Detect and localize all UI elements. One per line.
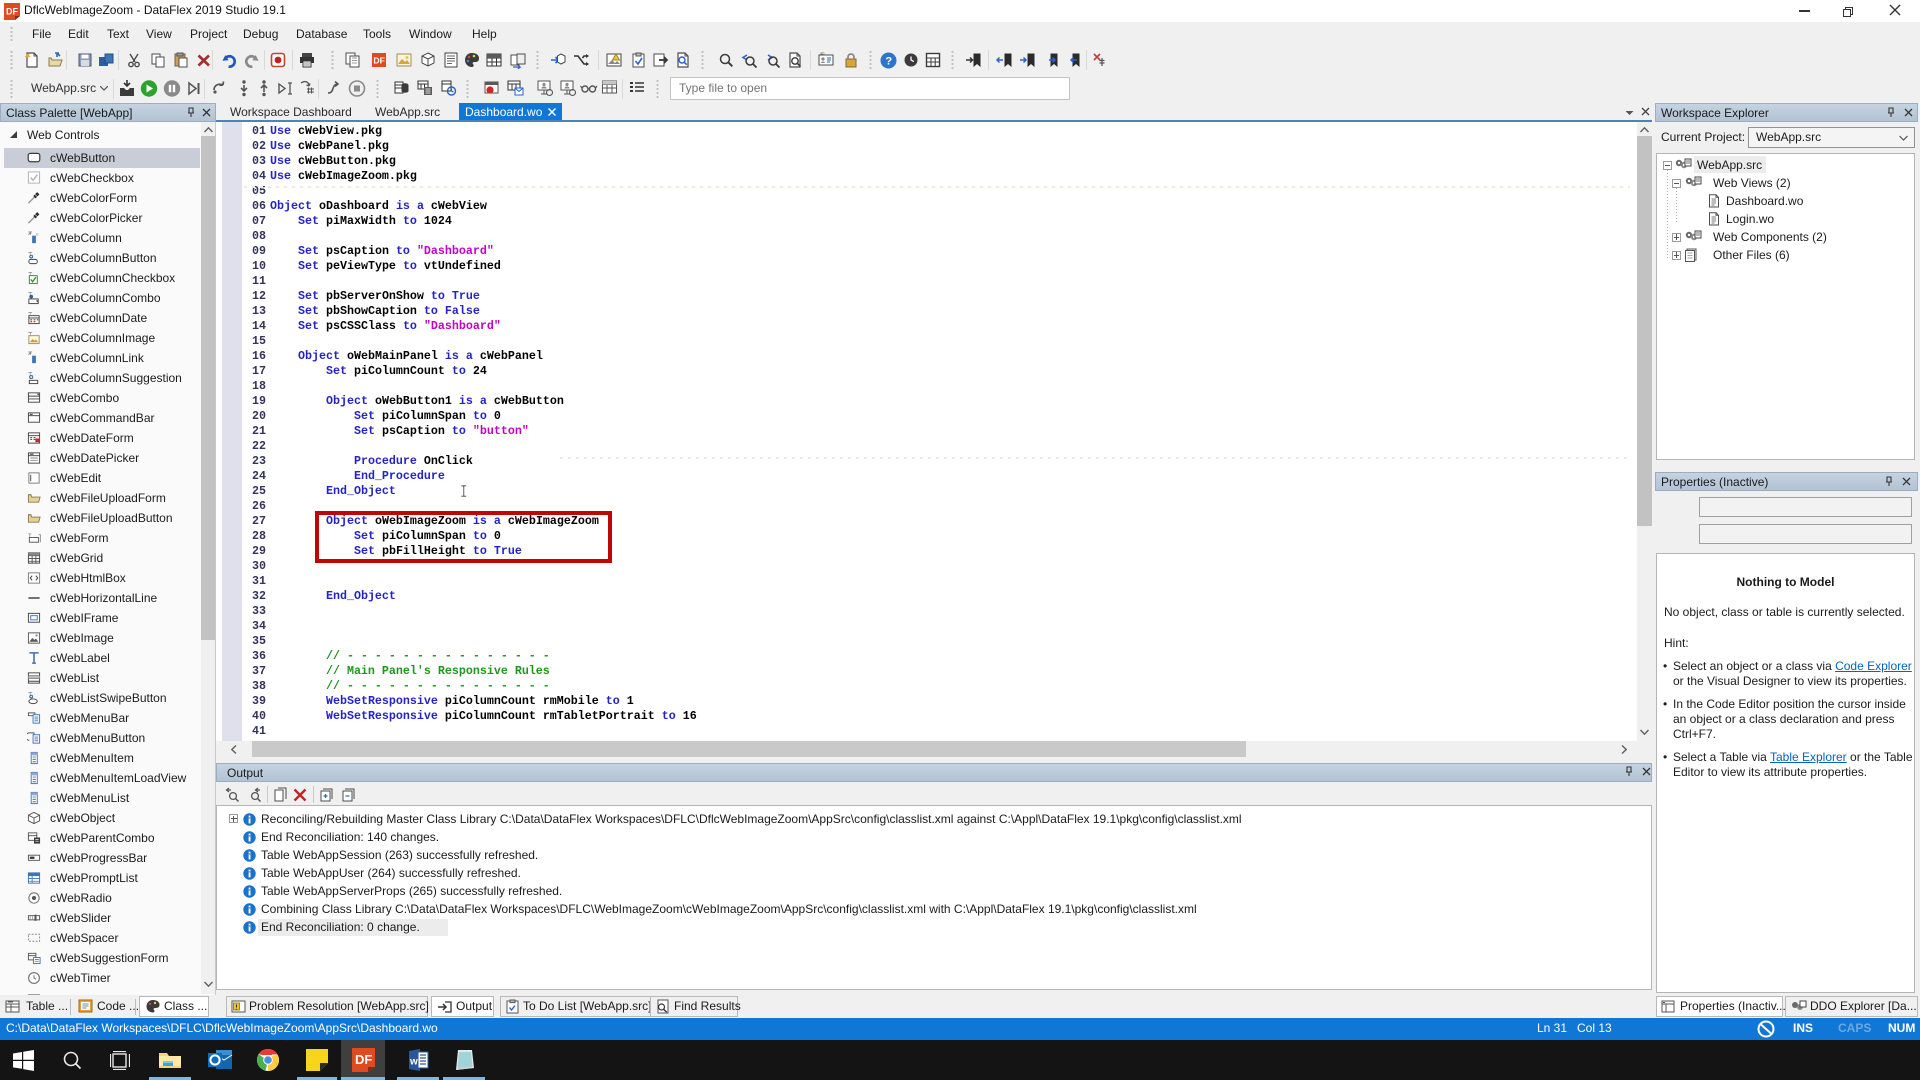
svg-text:DF: DF <box>355 1052 372 1067</box>
svg-text:ab: ab <box>820 52 825 56</box>
svg-text:w: w <box>409 1057 418 1068</box>
svg-text:?: ? <box>885 56 892 68</box>
svg-text:u: u <box>36 232 39 237</box>
svg-text:DF: DF <box>373 56 384 66</box>
svg-text:DF: DF <box>6 7 18 17</box>
